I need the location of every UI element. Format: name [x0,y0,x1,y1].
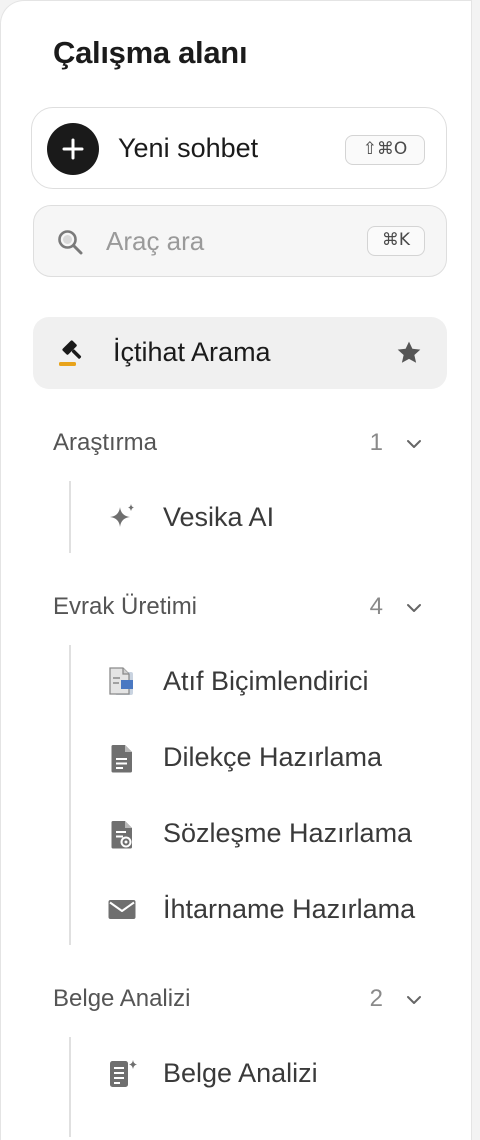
document-icon [111,745,132,773]
search-shortcut: ⌘K [367,226,425,256]
pinned-tool-ictihat-arama[interactable]: İçtihat Arama [33,317,447,389]
section-title: Evrak Üretimi [53,593,198,620]
section-count: 4 [369,593,383,620]
section-evrak-uretimi-header[interactable]: Evrak Üretimi 4 [53,589,427,625]
chevron-down-icon [407,440,421,448]
section-title: Belge Analizi [53,985,191,1012]
contract-document-icon [111,821,132,849]
plus-icon [47,123,99,175]
document-sparkle-icon [110,1060,137,1087]
chevron-down-icon [407,604,421,612]
tool-item-atif-bicimlendirici[interactable]: Atıf Biçimlendirici [97,653,447,709]
sparkle-icon [110,504,134,527]
tool-item-label: Vesika AI [163,502,275,532]
section-count: 2 [369,985,383,1012]
workspace-sidebar: Çalışma alanı Yeni sohbet ⇧⌘O ⌘K İçtiha [0,0,472,1140]
tool-item-label: Dilekçe Hazırlama [163,742,383,772]
workspace-title: Çalışma alanı [53,35,248,70]
tool-search-input[interactable] [106,224,356,258]
tool-item-belge-analizi[interactable]: Belge Analizi [97,1045,447,1101]
section-count: 1 [369,429,383,456]
tool-item-sozlesme-hazirlama[interactable]: Sözleşme Hazırlama [97,805,447,861]
pinned-tool-label: İçtihat Arama [113,337,271,367]
tool-item-label: Belge Analizi [163,1058,318,1088]
tool-item-label: İhtarname Hazırlama [163,894,416,924]
search-icon [58,230,83,255]
envelope-icon [108,900,136,919]
new-chat-button[interactable]: Yeni sohbet ⇧⌘O [31,107,447,189]
tree-line [69,1037,71,1137]
tool-item-ihtarname-hazirlama[interactable]: İhtarname Hazırlama [97,881,447,937]
section-belge-analizi-header[interactable]: Belge Analizi 2 [53,981,427,1017]
tool-item-label: Atıf Biçimlendirici [163,666,369,696]
gavel-icon [59,340,82,366]
new-chat-shortcut: ⇧⌘O [345,135,425,165]
citation-document-icon [109,667,133,695]
tool-search-box[interactable]: ⌘K [33,205,447,277]
section-title: Araştırma [53,429,158,456]
chevron-down-icon [407,996,421,1004]
section-arastirma-header[interactable]: Araştırma 1 [53,425,427,461]
new-chat-label: Yeni sohbet [118,133,259,163]
tree-line [69,481,71,553]
tool-item-dilekce-hazirlama[interactable]: Dilekçe Hazırlama [97,729,447,785]
tool-item-label: Sözleşme Hazırlama [163,818,413,848]
tree-line [69,645,71,945]
star-icon[interactable] [395,339,423,367]
tool-item-vesika-ai[interactable]: Vesika AI [97,489,447,545]
